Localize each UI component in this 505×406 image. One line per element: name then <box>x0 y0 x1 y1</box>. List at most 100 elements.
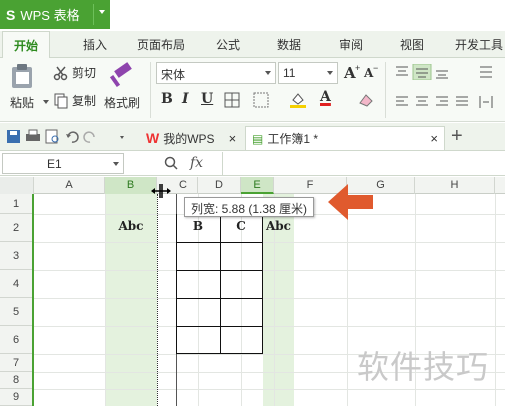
table-border <box>176 326 263 327</box>
name-box[interactable]: E1 <box>2 153 124 174</box>
ribbon-tabs: 开始 插入 页面布局 公式 数据 审阅 视图 开发工具 <box>0 31 505 59</box>
tab-insert[interactable]: 插入 <box>83 36 107 53</box>
borders-icon[interactable] <box>224 92 240 108</box>
divider <box>222 152 223 176</box>
format-painter-icon <box>109 62 132 88</box>
cut-button[interactable]: 剪切 <box>53 64 96 81</box>
format-painter-label: 格式刷 <box>104 96 141 110</box>
quick-access-icons[interactable] <box>6 129 126 145</box>
underline-button[interactable]: U <box>201 91 213 107</box>
font-size-select[interactable]: 11 <box>278 62 338 84</box>
shrink-font-button[interactable]: A <box>364 66 373 80</box>
row-header-1[interactable]: 1 <box>0 194 32 214</box>
wps-logo-icon: S <box>6 6 16 23</box>
select-all-corner[interactable] <box>0 177 34 194</box>
grow-font-button[interactable]: A <box>344 64 356 82</box>
app-menu-button[interactable]: S WPS 表格 <box>0 0 110 29</box>
copy-icon <box>54 93 68 108</box>
cell-d2[interactable]: B <box>176 219 220 233</box>
table-border <box>262 214 263 354</box>
copy-button[interactable]: 复制 <box>53 92 96 109</box>
chevron-down-icon <box>327 71 333 75</box>
formula-input[interactable] <box>224 153 504 174</box>
tab-view[interactable]: 视图 <box>400 36 424 53</box>
table-border <box>176 270 263 271</box>
chevron-down-icon[interactable] <box>99 10 105 14</box>
column-headers: A B C D E F G H <box>0 177 505 194</box>
divider <box>150 62 151 118</box>
annotation-arrow-icon <box>328 184 373 220</box>
font-color-button[interactable]: A <box>320 89 331 105</box>
cut-label: 剪切 <box>72 66 97 80</box>
clear-format-icon[interactable] <box>357 91 375 109</box>
doc-tab-label: 工作簿1 * <box>267 132 319 146</box>
column-width-tooltip: 列宽: 5.88 (1.38 厘米) <box>184 197 315 217</box>
row-header-6[interactable]: 6 <box>0 326 32 354</box>
table-border <box>176 298 263 299</box>
tab-page-layout[interactable]: 页面布局 <box>137 36 185 53</box>
row-header-9[interactable]: 9 <box>0 389 32 406</box>
ribbon-toolbar: 粘贴 剪切 复制 格式刷 宋体 11 A + A − B I U A <box>0 58 505 122</box>
vertical-align-icons[interactable] <box>394 64 494 80</box>
merge-cells-icon[interactable] <box>253 92 269 108</box>
gridline <box>347 194 348 406</box>
italic-button[interactable]: I <box>182 91 189 107</box>
row-header-8[interactable]: 8 <box>0 372 32 389</box>
row-header-5[interactable]: 5 <box>0 298 32 326</box>
watermark: 软件技巧 <box>357 348 490 386</box>
cell-b2[interactable]: Abc <box>105 219 157 233</box>
app-title: WPS 表格 <box>20 8 80 23</box>
cell-f2[interactable]: Abc <box>263 219 294 233</box>
fill-color-icon[interactable] <box>289 91 307 109</box>
paste-dropdown-icon[interactable] <box>43 100 49 104</box>
tab-home[interactable]: 开始 <box>2 31 51 59</box>
font-size-value: 11 <box>283 66 296 80</box>
doc-tab-my-wps[interactable]: W 我的WPS × <box>142 126 244 150</box>
close-icon[interactable]: × <box>430 131 438 146</box>
row-header-3[interactable]: 3 <box>0 242 32 270</box>
clipboard-icon <box>12 64 32 88</box>
row-header-2[interactable]: 2 <box>0 214 32 242</box>
divider <box>385 62 386 118</box>
column-header-d[interactable]: D <box>198 177 241 194</box>
column-header-e[interactable]: E <box>241 177 274 194</box>
bold-button[interactable]: B <box>161 91 173 107</box>
table-border <box>220 214 221 354</box>
magnifier-icon[interactable] <box>164 156 178 170</box>
tab-developer[interactable]: 开发工具 <box>455 36 503 53</box>
paste-label: 粘贴 <box>9 96 34 110</box>
gridline <box>495 194 496 406</box>
tab-review[interactable]: 审阅 <box>339 36 363 53</box>
table-border <box>176 353 263 354</box>
title-bar: S WPS 表格 <box>0 0 505 30</box>
cell-reference: E1 <box>47 157 62 171</box>
scissors-icon <box>53 66 68 80</box>
column-header-h[interactable]: H <box>415 177 495 194</box>
quick-access-toolbar: W 我的WPS × ▤ 工作簿1 * × + <box>0 123 505 151</box>
column-header-a[interactable]: A <box>34 177 105 194</box>
wps-logo-icon: W <box>146 130 160 146</box>
formula-bar: E1 fx <box>0 152 505 176</box>
doc-tab-label: 我的WPS <box>163 131 215 146</box>
minus-icon: − <box>373 63 379 73</box>
horizontal-align-icons[interactable] <box>394 94 494 110</box>
tab-formulas[interactable]: 公式 <box>216 36 240 53</box>
row-header-7[interactable]: 7 <box>0 354 32 372</box>
cell-e2[interactable]: C <box>220 219 262 233</box>
insert-function-button[interactable]: fx <box>190 155 203 171</box>
new-tab-button[interactable]: + <box>451 125 463 148</box>
copy-label: 复制 <box>72 94 97 108</box>
format-painter-button[interactable]: 格式刷 <box>104 62 140 111</box>
plus-icon: + <box>355 63 361 73</box>
row-headers: 1 2 3 4 5 6 7 8 9 <box>0 194 34 406</box>
doc-tab-workbook[interactable]: ▤ 工作簿1 * × <box>245 126 445 150</box>
row-header-4[interactable]: 4 <box>0 270 32 298</box>
tab-data[interactable]: 数据 <box>277 36 301 53</box>
font-family-select[interactable]: 宋体 <box>156 62 276 84</box>
table-border <box>176 214 177 354</box>
column-header-b[interactable]: B <box>105 177 157 194</box>
close-icon[interactable]: × <box>229 131 237 146</box>
divider <box>93 4 94 25</box>
paste-button[interactable]: 粘贴 <box>8 62 36 111</box>
table-border <box>176 242 263 243</box>
